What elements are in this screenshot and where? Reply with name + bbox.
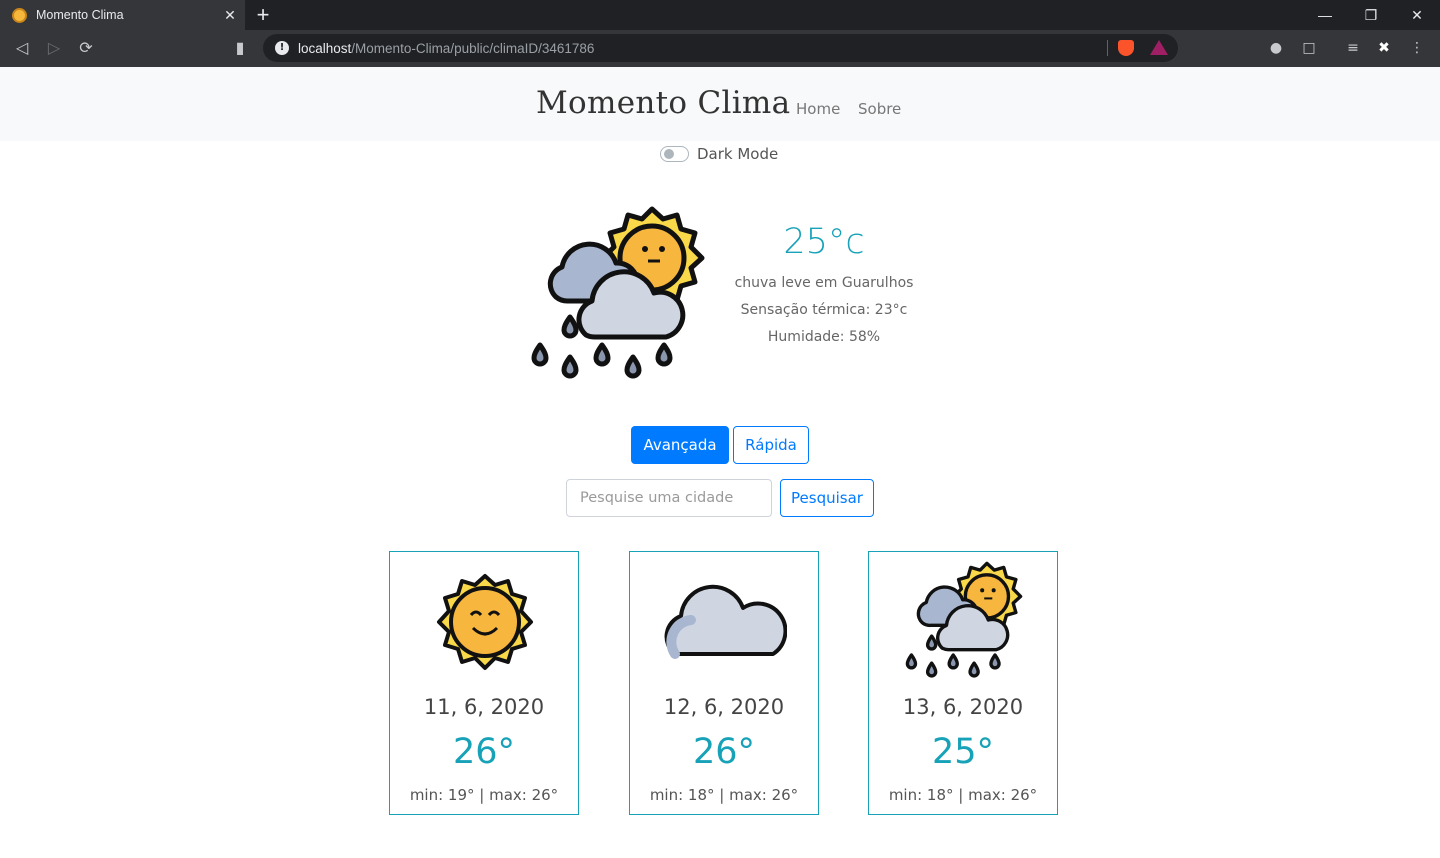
- address-bar[interactable]: ! localhost/Momento-Clima/public/climaID…: [263, 34, 1178, 62]
- screenshot-icon[interactable]: □: [1299, 38, 1319, 58]
- forecast-temperature: 26°: [692, 732, 756, 772]
- search-button[interactable]: Pesquisar: [780, 479, 874, 517]
- quick-button[interactable]: Rápida: [733, 426, 809, 464]
- feels-like: Sensação térmica: 23°c: [740, 302, 908, 318]
- back-icon[interactable]: ◁: [11, 37, 33, 59]
- extension-icon[interactable]: ●: [1266, 38, 1286, 58]
- new-tab-button[interactable]: +: [252, 3, 274, 27]
- humidity: Humidade: 58%: [767, 329, 881, 345]
- brand-title[interactable]: Momento Clima: [536, 85, 790, 121]
- dark-mode-toggle[interactable]: Dark Mode: [660, 144, 778, 164]
- advanced-button[interactable]: Avançada: [631, 426, 729, 464]
- sun-icon: [437, 574, 533, 670]
- forward-icon[interactable]: ▷: [43, 37, 65, 59]
- forecast-date: 11, 6, 2020: [423, 695, 545, 719]
- brave-shield-icon[interactable]: [1118, 40, 1134, 56]
- browser-toolbar: ◁ ▷ ⟳ ▮ ! localhost/Momento-Clima/public…: [0, 30, 1440, 67]
- close-tab-icon[interactable]: ✕: [221, 6, 239, 24]
- forecast-temperature: 25°: [931, 732, 995, 772]
- reload-icon[interactable]: ⟳: [75, 37, 97, 59]
- city-search-input[interactable]: [566, 479, 772, 517]
- current-temperature: 25°c: [783, 222, 865, 262]
- site-info-icon[interactable]: !: [275, 41, 289, 55]
- bookmark-icon[interactable]: ▮: [229, 37, 251, 59]
- forecast-card: 12, 6, 2020 26° min: 18° | max: 26°: [629, 551, 819, 815]
- forecast-date: 13, 6, 2020: [902, 695, 1024, 719]
- forecast-range: min: 18° | max: 26°: [888, 786, 1038, 804]
- brave-rewards-icon[interactable]: [1150, 40, 1168, 55]
- url-text: localhost/Momento-Clima/public/climaID/3…: [298, 40, 595, 56]
- page: Momento Clima Home Sobre Dark Mode 25°c …: [0, 67, 1440, 858]
- nav-link-sobre[interactable]: Sobre: [858, 100, 901, 118]
- playlist-icon[interactable]: ≡: [1343, 38, 1363, 58]
- tools-icon[interactable]: ✖: [1374, 38, 1394, 58]
- browser-tab[interactable]: Momento Clima ✕: [0, 0, 245, 30]
- sun-cloud-rain-icon: [905, 561, 1023, 678]
- weather-description: chuva leve em Guarulhos: [734, 275, 914, 291]
- omnibox-divider: [1107, 40, 1108, 56]
- navbar: Momento Clima Home Sobre: [0, 67, 1440, 141]
- tab-strip: Momento Clima ✕ + — ❐ ✕: [0, 0, 1440, 30]
- forecast-card: 11, 6, 2020 26° min: 19° | max: 26°: [389, 551, 579, 815]
- forecast-card: 13, 6, 2020 25° min: 18° | max: 26°: [868, 551, 1058, 815]
- window-close-icon[interactable]: ✕: [1394, 0, 1440, 30]
- minimize-icon[interactable]: —: [1302, 0, 1348, 30]
- nav-link-home[interactable]: Home: [796, 100, 840, 118]
- tab-title: Momento Clima: [36, 8, 124, 22]
- cloud-icon: [664, 584, 787, 659]
- menu-icon[interactable]: ⋮: [1407, 38, 1427, 58]
- forecast-date: 12, 6, 2020: [663, 695, 785, 719]
- dark-mode-switch[interactable]: [660, 146, 689, 162]
- switch-knob: [664, 149, 674, 159]
- sun-cloud-rain-icon: [531, 206, 705, 379]
- forecast-range: min: 19° | max: 26°: [409, 786, 559, 804]
- restore-icon[interactable]: ❐: [1348, 0, 1394, 30]
- forecast-temperature: 26°: [452, 732, 516, 772]
- browser-chrome: Momento Clima ✕ + — ❐ ✕ ◁ ▷ ⟳ ▮ ! localh…: [0, 0, 1440, 67]
- favicon-icon: [12, 7, 27, 23]
- dark-mode-label: Dark Mode: [697, 145, 779, 163]
- forecast-range: min: 18° | max: 26°: [649, 786, 799, 804]
